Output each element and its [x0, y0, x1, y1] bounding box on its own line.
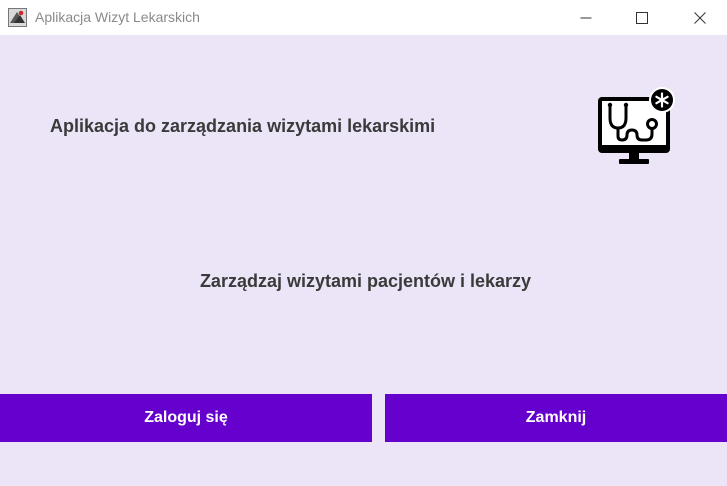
close-button[interactable]: Zamknij — [385, 394, 727, 442]
app-icon — [8, 8, 27, 27]
login-button[interactable]: Zaloguj się — [0, 394, 372, 442]
page-subtitle: Zarządzaj wizytami pacjentów i lekarzy — [199, 271, 532, 291]
telemedicine-stethoscope-monitor-icon — [598, 87, 675, 164]
minimize-button[interactable] — [563, 0, 609, 35]
title-bar: Aplikacja Wizyt Lekarskich — [0, 0, 727, 35]
window-title: Aplikacja Wizyt Lekarskich — [35, 9, 200, 25]
app-window: Aplikacja Wizyt Lekarskich Aplikacja do … — [0, 0, 727, 486]
maximize-button[interactable] — [619, 0, 665, 35]
close-icon — [694, 11, 706, 24]
close-window-button[interactable] — [677, 0, 723, 35]
minimize-icon — [580, 17, 592, 18]
page-title: Aplikacja do zarządzania wizytami lekars… — [50, 116, 436, 136]
maximize-icon — [636, 11, 648, 24]
